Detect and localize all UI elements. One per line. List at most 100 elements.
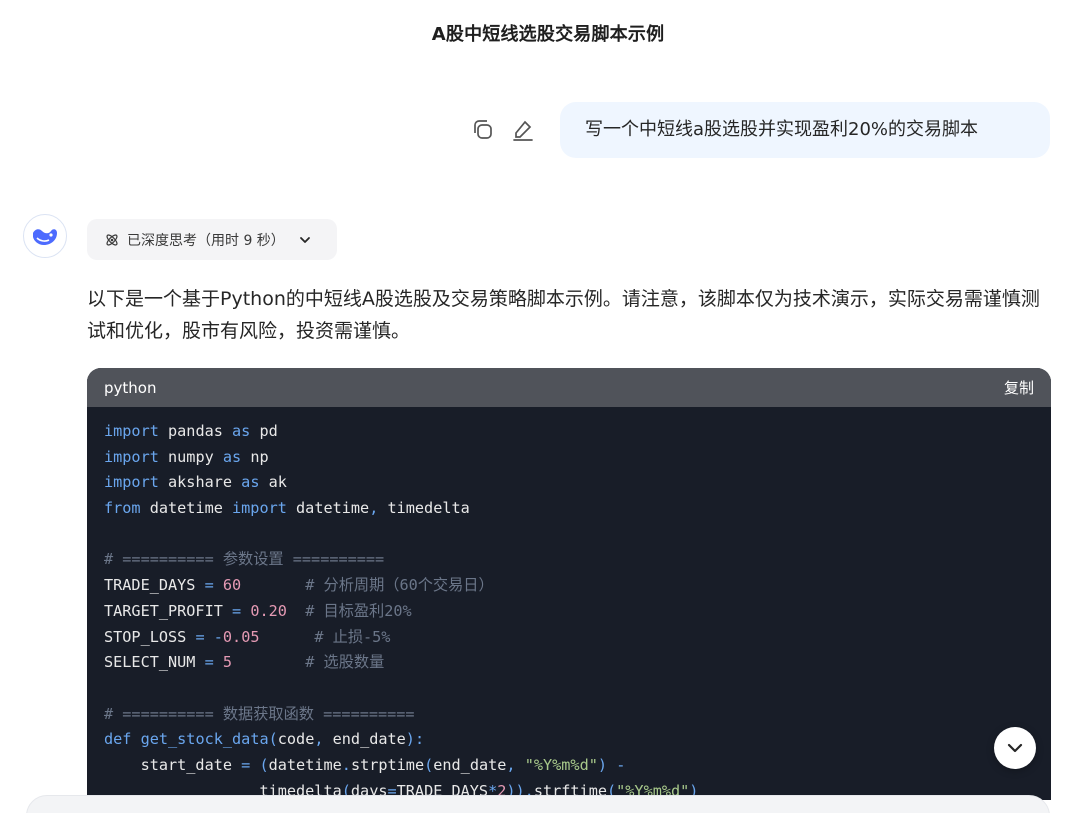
scroll-to-bottom-button[interactable] [994,727,1036,769]
code-token: ( [268,730,278,749]
code-line: # ========== 数据获取函数 ========== [104,702,1034,728]
thinking-toggle[interactable]: 已深度思考（用时 9 秒） [87,219,337,260]
code-line: TARGET_PROFIT = 0.20 # 目标盈利20% [104,599,1034,625]
code-token: code [277,730,315,749]
code-token: - [616,755,626,774]
chat-input-box[interactable] [26,795,1050,813]
code-token: datetime [268,755,342,774]
code-token: as [241,473,260,492]
code-token: - [213,627,223,646]
code-token: np [241,447,269,466]
code-token: pd [250,422,278,440]
thinking-label: 已深度思考（用时 9 秒） [127,232,285,249]
chevron-down-icon [299,236,310,243]
code-token: # 选股数量 [305,653,385,672]
code-token: ) [597,755,608,774]
code-line: STOP_LOSS = -0.05 # 止损-5% [104,625,1034,651]
code-token: import [104,447,159,466]
code-token: # ========== 数据获取函数 ========== [104,704,415,723]
code-token: TRADE_DAYS [104,576,205,595]
code-token: datetime [140,499,233,518]
code-token: ak [259,473,287,492]
code-language-label: python [104,378,157,397]
code-token: SELECT_NUM [104,653,205,672]
code-token: as [232,422,251,440]
code-token: def [104,730,132,749]
code-token: get_stock_data [140,730,269,749]
code-token: = [232,601,242,620]
assistant-intro-text: 以下是一个基于Python的中短线A股选股及交易策略脚本示例。请注意，该脚本仅为… [87,288,1040,342]
code-token: end_date [323,730,406,749]
code-token: strptime [350,755,425,774]
code-token: ( [259,755,269,774]
code-token: # 目标盈利20% [305,601,412,620]
code-block: python 复制 import pandas as pd import nump… [87,368,1051,800]
code-token: = [195,627,205,646]
code-token: akshare [158,473,242,492]
code-line: import numpy as np [104,445,1034,471]
code-token: 5 [222,653,233,672]
code-header: python 复制 [87,368,1051,407]
code-token: import [104,473,159,492]
code-token: end_date [433,755,507,774]
code-line: def get_stock_data(code, end_date): [104,727,1034,753]
code-token: = [241,755,251,774]
user-message-actions [470,117,536,143]
code-token: = [204,653,214,672]
atom-icon [106,233,118,246]
code-token: import [232,499,287,518]
code-token: TARGET_PROFIT [104,601,233,620]
code-token: ): [405,730,425,749]
code-line: from datetime import datetime, timedelta [104,496,1034,522]
code-token: start_date [104,755,242,774]
code-token: from [104,499,141,518]
code-token: 0.20 [250,601,287,620]
code-token: "%Y%m%d" [524,755,598,774]
code-token: pandas [158,422,233,440]
code-token: = [204,576,214,595]
code-token: 0.05 [222,627,260,646]
code-token: # 分析周期（60个交易日） [305,576,494,595]
scroll-down-icon [1007,743,1023,753]
copy-code-button[interactable]: 复制 [1004,377,1034,398]
deepseek-whale-icon [33,229,57,245]
code-token: numpy [158,447,223,466]
chat-page: A股中短线选股交易脚本示例 写一个中短线a股选股并实现盈利20%的交易脚本 已深… [0,0,1080,813]
code-token: STOP_LOSS [104,627,196,646]
assistant-avatar [23,214,67,258]
code-token: as [222,447,242,466]
code-token: # ========== 参数设置 ========== [104,550,385,569]
code-token: . [341,755,351,774]
code-line: start_date = (datetime.strptime(end_date… [104,753,1034,779]
copy-icon[interactable] [470,117,496,143]
code-token: datetime [286,499,370,518]
user-message-bubble: 写一个中短线a股选股并实现盈利20%的交易脚本 [560,102,1050,158]
code-token: # 止损-5% [314,627,391,646]
code-token: , [369,499,379,518]
code-token: , [314,730,324,749]
code-token: , [506,755,516,774]
code-line: SELECT_NUM = 5 # 选股数量 [104,650,1034,676]
page-title: A股中短线选股交易脚本示例 [431,24,665,45]
code-token: ( [424,755,434,774]
code-body: import pandas as pd import numpy as np imp… [87,407,1051,800]
code-line: TRADE_DAYS = 60 # 分析周期（60个交易日） [104,573,1034,599]
edit-icon[interactable] [510,117,536,143]
code-line: import pandas as pd [104,419,1034,445]
code-token: timedelta [378,499,470,518]
code-token: 60 [222,576,242,595]
code-line: # ========== 参数设置 ========== [104,547,1034,573]
code-token: import [104,422,159,440]
